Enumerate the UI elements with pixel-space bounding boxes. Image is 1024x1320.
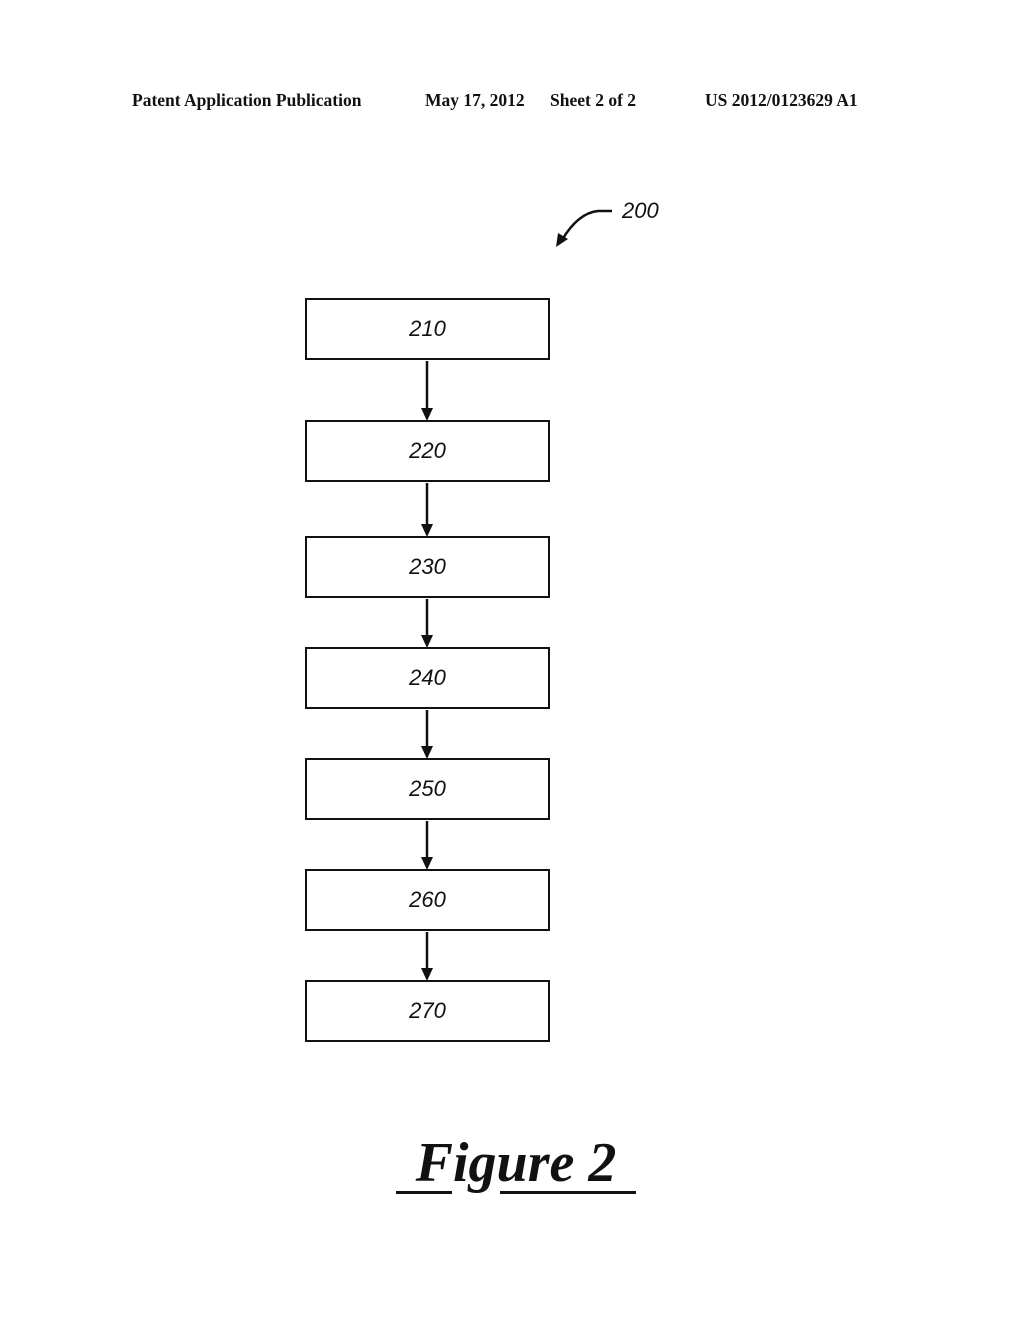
process-step-230: 230 xyxy=(305,536,550,598)
process-step-label: 220 xyxy=(409,438,446,463)
process-step-210: 210 xyxy=(305,298,550,360)
process-step-250: 250 xyxy=(305,758,550,820)
figure-underline-right xyxy=(500,1191,636,1194)
figure-underline-left xyxy=(396,1191,452,1194)
process-step-label: 240 xyxy=(409,665,446,690)
process-step-260: 260 xyxy=(305,869,550,931)
process-step-label: 250 xyxy=(409,776,446,801)
process-step-270: 270 xyxy=(305,980,550,1042)
figure-title: Figure 2 xyxy=(415,1132,617,1194)
process-step-240: 240 xyxy=(305,647,550,709)
reference-arrow xyxy=(560,209,612,241)
process-step-label: 230 xyxy=(409,554,446,579)
process-step-label: 270 xyxy=(409,998,446,1023)
process-step-label: 260 xyxy=(409,887,446,912)
process-step-220: 220 xyxy=(305,420,550,482)
process-step-label: 210 xyxy=(409,316,446,341)
